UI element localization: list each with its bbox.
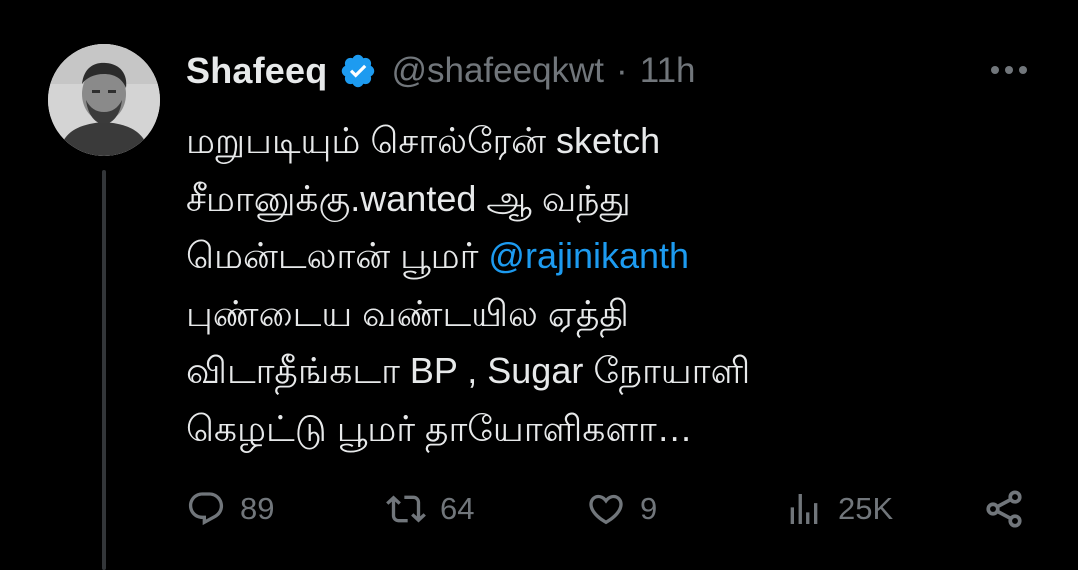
tweet-text-line: விடாதீங்கடா BP , Sugar நோயாளி xyxy=(186,350,751,392)
author-name[interactable]: Shafeeq xyxy=(186,50,327,92)
views-button[interactable]: 25K xyxy=(784,484,893,534)
share-icon xyxy=(982,487,1026,531)
views-icon xyxy=(784,489,824,529)
tweet-time[interactable]: 11h xyxy=(640,51,696,91)
heart-icon xyxy=(586,489,626,529)
like-count: 9 xyxy=(640,491,658,526)
tweet-text-line: கெழட்டு பூமர் தாயோளிகளா… xyxy=(186,407,693,449)
tweet-text-line: மறுபடியும் சொல்ரேன் sketch xyxy=(186,120,661,161)
tweet-text-line: புண்டைய வண்டயில ஏத்தி xyxy=(186,292,629,334)
reply-icon xyxy=(186,489,226,529)
like-button[interactable]: 9 xyxy=(586,484,657,534)
verified-badge-icon xyxy=(339,52,377,90)
tweet-header: Shafeeq @shafeeqkwt · 11h xyxy=(186,46,696,96)
avatar[interactable] xyxy=(48,44,160,156)
action-bar: 89 64 9 25K xyxy=(186,484,1036,534)
separator-dot: · xyxy=(616,51,628,90)
more-options-icon[interactable] xyxy=(984,50,1034,90)
retweet-button[interactable]: 64 xyxy=(386,484,474,534)
author-handle[interactable]: @shafeeqkwt xyxy=(391,51,604,91)
mention-link[interactable]: @rajinikanth xyxy=(488,235,689,276)
tweet-text: மறுபடியும் சொல்ரேன் sketch சீமானுக்கு.wa… xyxy=(186,112,1046,458)
retweet-count: 64 xyxy=(440,491,475,526)
tweet-text-line: மென்டலான் பூமர் @rajinikanth xyxy=(186,227,1046,285)
avatar-image xyxy=(48,44,160,156)
share-button[interactable] xyxy=(982,484,1026,534)
thread-line xyxy=(102,170,106,570)
tweet-text-fragment: மென்டலான் பூமர் xyxy=(186,235,479,277)
views-count: 25K xyxy=(838,491,894,526)
tweet-text-line: சீமானுக்கு.wanted ஆ வந்து xyxy=(186,177,631,219)
tweet[interactable]: Shafeeq @shafeeqkwt · 11h மறுபடியும் சொல… xyxy=(0,0,1078,570)
retweet-icon xyxy=(386,489,426,529)
reply-button[interactable]: 89 xyxy=(186,484,274,534)
reply-count: 89 xyxy=(240,491,275,526)
